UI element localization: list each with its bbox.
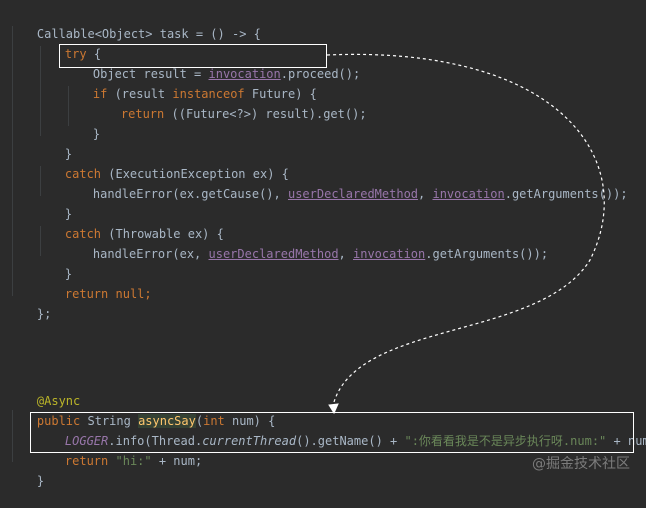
field-user-declared-method: userDeclaredMethod [287, 187, 419, 201]
code-token: handleError(ex, [92, 247, 209, 261]
field-invocation: invocation [353, 247, 426, 261]
code-line-method-signature: public String asyncSay(int num) { [8, 394, 275, 428]
field-user-declared-method: userDeclaredMethod [208, 247, 339, 261]
code-token: .getArguments()); [425, 247, 549, 261]
method-current-thread: currentThread [202, 434, 297, 448]
code-line-close-brace: } [36, 187, 72, 221]
code-token: .getArguments()); [504, 187, 628, 201]
arrow-head [328, 403, 339, 415]
code-token: } [92, 127, 101, 141]
keyword-null: null [115, 287, 145, 301]
string-literal: ":你看看我是不是异步执行呀.num:" [404, 434, 607, 448]
code-line-return-future: return ((Future<?>) result).get(); [92, 87, 367, 121]
code-line-close-brace: } [36, 127, 72, 161]
code-line-task-declaration: Callable<Object> task = () -> { [8, 7, 261, 41]
code-line-close-lambda: }; [8, 287, 51, 321]
code-line-try: try { [36, 27, 101, 61]
code-line-annotation: @Async [8, 374, 80, 408]
code-line-return-null: return null; [36, 267, 152, 301]
code-token: ; [144, 287, 152, 301]
code-token: handleError(ex.getCause(), [92, 187, 288, 201]
code-line-catch-execution: catch (ExecutionException ex) { [36, 147, 289, 181]
code-token: ().getName() + [296, 434, 405, 448]
code-token: }; [36, 307, 52, 321]
code-line-close-method: } [8, 454, 44, 488]
indent-guide [12, 26, 13, 296]
code-line-handle-error-cause: handleError(ex.getCause(), userDeclaredM… [64, 167, 628, 201]
code-line-handle-error: handleError(ex, userDeclaredMethod, invo… [64, 227, 548, 261]
code-line-logger: LOGGER.info(Thread.currentThread().getNa… [36, 414, 646, 448]
code-token: ((Future<?>) result).get(); [164, 107, 367, 121]
field-invocation: invocation [432, 187, 505, 201]
code-token: + num; [151, 454, 203, 468]
code-token: } [36, 474, 45, 488]
code-editor[interactable]: Callable<Object> task = () -> { try { Ob… [0, 0, 646, 488]
code-line-catch-throwable: catch (Throwable ex) { [36, 207, 224, 241]
code-line-close-brace: } [64, 107, 100, 141]
code-line-if: if (result instanceof Future) { [64, 67, 317, 101]
code-line-return-hi: return "hi:" + num; [36, 434, 202, 468]
watermark: @掘金技术社区 [532, 456, 630, 472]
code-line-close-brace: } [36, 247, 72, 281]
code-token: , [418, 187, 433, 201]
keyword-return: return [120, 107, 165, 121]
string-literal: "hi:" [115, 454, 152, 468]
keyword-return: return [64, 454, 109, 468]
code-line-proceed: Object result = invocation.proceed(); [64, 47, 360, 81]
code-token: + num); [613, 434, 646, 448]
keyword-return: return [64, 287, 109, 301]
code-token: , [338, 247, 353, 261]
